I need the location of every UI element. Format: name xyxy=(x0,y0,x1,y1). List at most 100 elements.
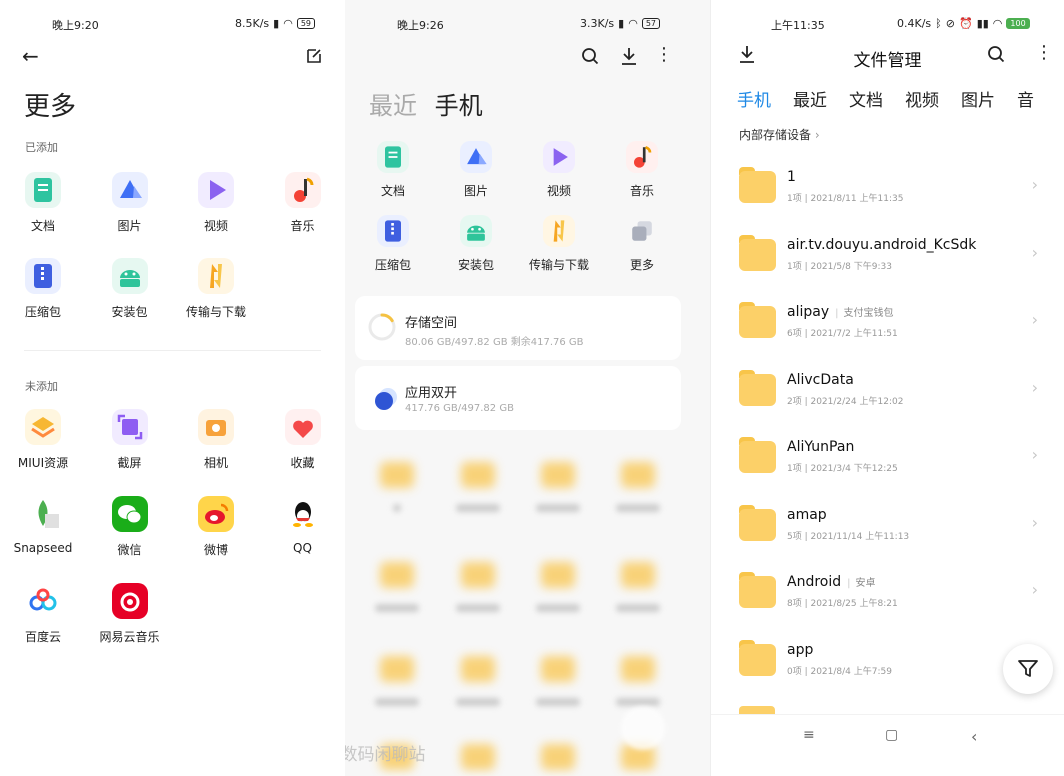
not-added-category-item[interactable]: QQ xyxy=(260,496,346,555)
bluetooth-icon: ᛒ xyxy=(935,17,942,30)
item-label: 压缩包 xyxy=(24,305,61,319)
item-label: 传输与下载 xyxy=(185,305,246,319)
more-menu-icon[interactable]: ⋮ xyxy=(1035,42,1053,63)
folder-name: amap xyxy=(787,506,827,523)
breadcrumb[interactable]: 内部存储设备 › xyxy=(739,126,820,143)
tab-3[interactable]: 视频 xyxy=(905,86,939,111)
wechat-icon xyxy=(111,496,148,532)
transfer-icon xyxy=(198,258,234,294)
search-icon[interactable] xyxy=(987,44,1005,68)
home-nav-icon[interactable]: ▢ xyxy=(885,727,898,743)
folder-row[interactable]: app0项 | 2021/8/4 上午7:59› xyxy=(739,634,1046,694)
not-added-category-item[interactable]: MIUI资源 xyxy=(0,409,86,471)
not-added-category-item[interactable]: Snapseed xyxy=(0,496,86,555)
folder-meta: 0项 | 2021/8/4 上午7:59 xyxy=(787,666,892,677)
phone-category-item[interactable]: 传输与下载 xyxy=(516,215,602,273)
added-category-item[interactable]: 音乐 xyxy=(260,172,346,234)
battery-icon: 100 xyxy=(1006,18,1030,29)
tab-phone[interactable]: 手机 xyxy=(435,92,483,120)
folder-row[interactable]: alipay 支付宝钱包 6项 | 2021/7/2 上午11:51 › xyxy=(739,296,1046,356)
phone-category-item[interactable]: 文档 xyxy=(350,141,436,199)
phone-category-item[interactable]: 图片 xyxy=(433,141,519,199)
tab-2[interactable]: 文档 xyxy=(849,86,883,111)
not-added-category-item[interactable]: 网易云音乐 xyxy=(87,583,173,645)
folder-meta: 1项 | 2021/8/11 上午11:35 xyxy=(787,194,904,204)
android-icon xyxy=(111,258,148,294)
not-added-category-item[interactable]: 截屏 xyxy=(87,409,173,471)
blurred-folder-label xyxy=(616,604,660,612)
folder-name: app xyxy=(787,641,814,658)
not-added-category-item[interactable]: 微信 xyxy=(87,496,173,558)
folder-row[interactable]: AlivcData 2项 | 2021/2/24 上午12:02 › xyxy=(739,364,1046,424)
added-category-item[interactable]: 图片 xyxy=(87,172,173,234)
phone-category-item[interactable]: 安装包 xyxy=(433,215,519,273)
added-category-item[interactable]: 传输与下载 xyxy=(173,258,259,320)
android-icon xyxy=(460,215,492,247)
blurred-folder-label xyxy=(375,698,419,706)
qq-icon xyxy=(284,496,321,532)
added-category-item[interactable]: 文档 xyxy=(0,172,86,234)
blurred-folder-label xyxy=(616,698,660,706)
status-bar: 晚上9:20 8.5K/s ▮ ◠ 59 xyxy=(0,14,345,32)
blurred-folder-icon xyxy=(461,656,495,682)
not-added-section-label: 未添加 xyxy=(25,380,58,393)
dual-app-card[interactable]: 应用双开 417.76 GB/497.82 GB xyxy=(355,366,681,430)
more-categories-screen: 晚上9:20 8.5K/s ▮ ◠ 59 ← 更多 已添加 文档 图片 视频 音乐 压缩… xyxy=(0,0,345,776)
folder-icon xyxy=(739,369,776,406)
folder-icon xyxy=(739,167,776,203)
folder-row[interactable]: Android 安卓 8项 | 2021/8/25 上午8:21 › xyxy=(739,566,1046,626)
blurred-folder-icon xyxy=(541,744,575,770)
blurred-folder-icon xyxy=(541,562,575,588)
not-added-category-item[interactable]: 相机 xyxy=(173,409,259,471)
folder-row[interactable]: 1 1项 | 2021/8/11 上午11:35 › xyxy=(739,161,1046,221)
status-time: 晚上9:20 xyxy=(52,19,99,32)
item-label: MIUI资源 xyxy=(17,456,69,470)
blurred-folder-label xyxy=(536,604,580,612)
folder-row[interactable]: air.tv.douyu.android_KcSdk 1项 | 2021/5/8 … xyxy=(739,229,1046,289)
added-category-item[interactable]: 压缩包 xyxy=(0,258,86,320)
tab-0[interactable]: 手机 xyxy=(737,86,771,111)
download-icon[interactable] xyxy=(621,46,637,70)
back-nav-icon[interactable]: ‹ xyxy=(971,727,977,746)
not-added-category-item[interactable]: 收藏 xyxy=(260,409,346,471)
zip-icon xyxy=(25,258,61,294)
item-label: 微博 xyxy=(203,543,228,557)
menu-nav-icon[interactable]: ≡ xyxy=(803,727,815,743)
not-added-category-item[interactable]: 微博 xyxy=(173,496,259,558)
music-icon xyxy=(284,172,321,208)
storage-card[interactable]: 存储空间 80.06 GB/497.82 GB 剩余417.76 GB xyxy=(355,296,681,360)
filter-button[interactable] xyxy=(1003,644,1053,694)
folder-row[interactable]: AliYunPan 1项 | 2021/3/4 下午12:25 › xyxy=(739,431,1046,491)
search-icon[interactable] xyxy=(581,46,599,70)
chevron-right-icon: › xyxy=(814,128,820,142)
breadcrumb-root[interactable]: 内部存储设备 xyxy=(739,128,811,142)
added-category-item[interactable]: 安装包 xyxy=(87,258,173,320)
blurred-folder-label xyxy=(616,504,660,512)
folder-meta: 1项 | 2021/5/8 下午9:33 xyxy=(787,261,892,272)
status-right: 0.4K/s ᛒ ⊘ ⏰ ▮▮ ◠ 100 xyxy=(897,17,1030,30)
tab-4[interactable]: 图片 xyxy=(961,86,995,111)
item-label: 百度云 xyxy=(24,630,61,644)
blurred-folder-icon xyxy=(541,462,575,488)
item-label: 文档 xyxy=(380,184,405,198)
edit-icon[interactable] xyxy=(305,46,323,70)
added-category-item[interactable]: 视频 xyxy=(173,172,259,234)
item-label: 微信 xyxy=(117,543,142,557)
tab-1[interactable]: 最近 xyxy=(793,86,827,111)
folder-icon xyxy=(739,639,776,676)
not-added-category-item[interactable]: 百度云 xyxy=(0,583,86,645)
more-menu-icon[interactable]: ⋮ xyxy=(655,44,673,65)
phone-category-item[interactable]: 压缩包 xyxy=(350,215,436,273)
tab-recent[interactable]: 最近 xyxy=(369,92,417,120)
filter-fab-blurred[interactable] xyxy=(621,706,665,750)
folder-row[interactable]: amap 5项 | 2021/11/14 上午11:13 › xyxy=(739,499,1046,559)
phone-category-item[interactable]: 视频 xyxy=(516,141,602,199)
back-arrow-icon[interactable]: ← xyxy=(22,44,39,68)
phone-categories-screen: 晚上9:26 3.3K/s ▮ ◠ 57 ⋮ 最近 手机 文档 图片 视频 音乐 压缩包… xyxy=(345,0,710,776)
phone-category-item[interactable]: 更多 xyxy=(599,215,685,273)
folder-meta: 5项 | 2021/11/14 上午11:13 xyxy=(787,531,910,542)
tab-5[interactable]: 音 xyxy=(1017,86,1034,111)
blurred-folder-label xyxy=(393,504,401,512)
phone-category-item[interactable]: 音乐 xyxy=(599,141,685,199)
weibo-icon xyxy=(198,496,234,532)
